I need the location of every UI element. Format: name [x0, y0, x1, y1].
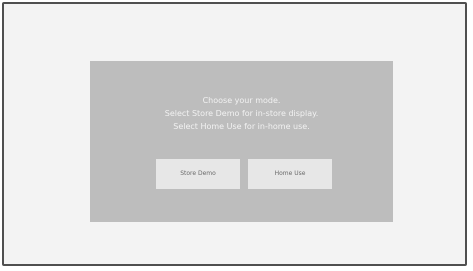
store-demo-button[interactable]: Store Demo: [156, 159, 240, 189]
mode-selection-dialog: Choose your mode. Select Store Demo for …: [90, 61, 393, 222]
dialog-buttons: Store Demo Home Use: [90, 159, 393, 189]
home-use-button[interactable]: Home Use: [248, 159, 332, 189]
message-line-store-demo: Select Store Demo for in-store display.: [164, 109, 319, 118]
screen-frame: Choose your mode. Select Store Demo for …: [2, 2, 467, 266]
message-line-choose-mode: Choose your mode.: [202, 96, 281, 105]
dialog-message: Choose your mode. Select Store Demo for …: [90, 94, 393, 133]
message-line-home-use: Select Home Use for in-home use.: [173, 122, 310, 131]
